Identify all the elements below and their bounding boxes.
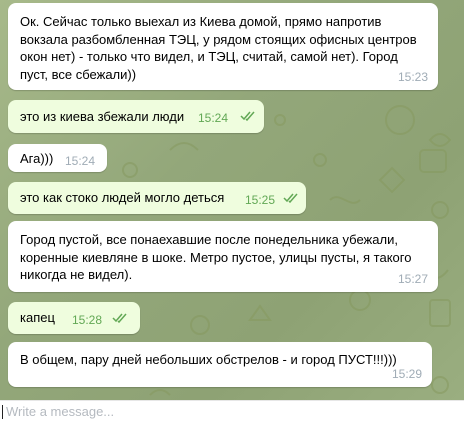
text-caret	[2, 405, 3, 419]
message-time: 15:29	[391, 366, 422, 381]
message-time: 15:24	[65, 154, 96, 168]
message-bubble-incoming[interactable]: Ок. Сейчас только выехал из Киева домой,…	[8, 3, 438, 90]
double-check-icon	[112, 313, 127, 323]
message-time: 15:28	[72, 313, 103, 327]
message-time: 15:25	[245, 193, 276, 207]
message-time: 15:27	[397, 271, 428, 286]
message-composer	[0, 400, 464, 421]
message-time: 15:24	[198, 111, 229, 125]
message-time: 15:23	[397, 69, 428, 84]
message-text: В общем, пару дней небольших обстрелов -…	[20, 352, 397, 367]
message-text: Ок. Сейчас только выехал из Киева домой,…	[20, 14, 417, 82]
message-text: Город пустой, все понаехавшие после поне…	[20, 232, 412, 282]
message-bubble-outgoing[interactable]: это из киева збежали люди 15:24	[8, 100, 264, 133]
message-input[interactable]	[6, 404, 446, 419]
message-bubble-incoming[interactable]: Город пустой, все понаехавшие после поне…	[8, 221, 438, 292]
double-check-icon	[240, 111, 255, 121]
double-check-icon	[283, 193, 298, 203]
message-bubble-outgoing[interactable]: это как стоко людей могло деться 15:25	[8, 182, 306, 214]
message-bubble-incoming[interactable]: Ага))) 15:24	[8, 144, 107, 172]
message-bubble-incoming[interactable]: В общем, пару дней небольших обстрелов -…	[8, 342, 432, 387]
message-bubble-outgoing[interactable]: капец 15:28	[8, 302, 140, 334]
